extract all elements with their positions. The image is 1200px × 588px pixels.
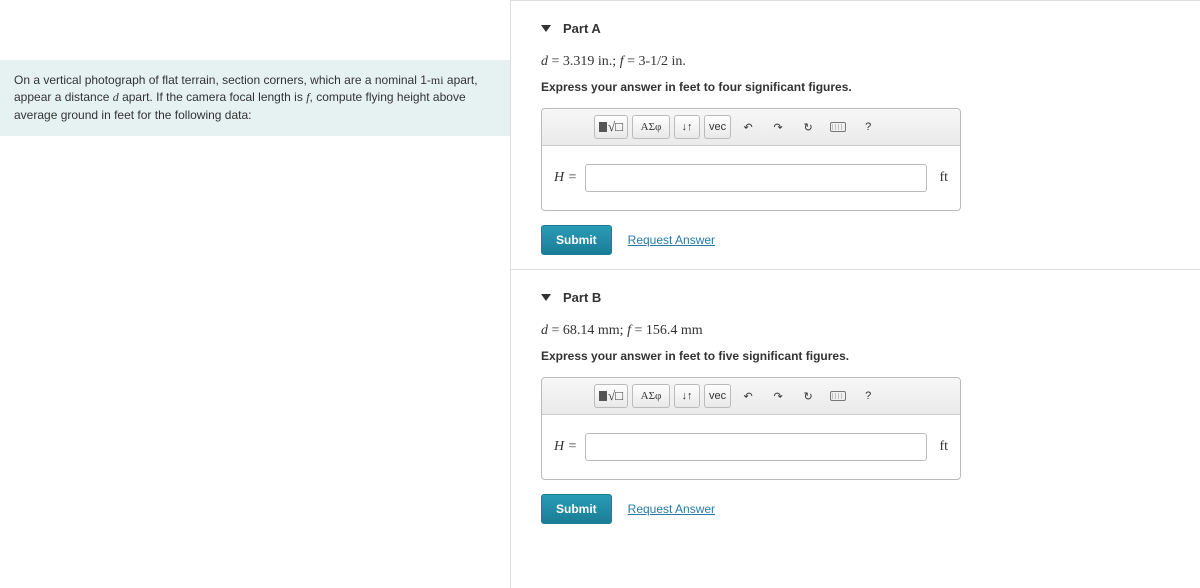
- part-b-title: Part B: [563, 290, 601, 305]
- part-a: Part A d = 3.319 in.; f = 3-1/2 in. Expr…: [511, 1, 1200, 269]
- part-b-submit-button[interactable]: Submit: [541, 494, 612, 524]
- part-a-given: d = 3.319 in.; f = 3-1/2 in.: [541, 54, 1180, 70]
- problem-prompt: On a vertical photograph of flat terrain…: [0, 60, 510, 136]
- part-a-input[interactable]: [585, 164, 927, 192]
- greek-button[interactable]: ΑΣφ: [632, 384, 670, 408]
- undo-button[interactable]: ↶: [735, 115, 761, 139]
- part-b-request-answer-link[interactable]: Request Answer: [628, 502, 715, 516]
- subsup-button[interactable]: ↓↑: [674, 384, 700, 408]
- keyboard-button[interactable]: [825, 384, 851, 408]
- subsup-button[interactable]: ↓↑: [674, 115, 700, 139]
- keyboard-icon: [830, 122, 846, 132]
- chevron-down-icon: [541, 25, 551, 32]
- part-a-header[interactable]: Part A: [541, 21, 1180, 36]
- greek-button[interactable]: ΑΣφ: [632, 115, 670, 139]
- part-b-header[interactable]: Part B: [541, 290, 1180, 305]
- part-a-submit-button[interactable]: Submit: [541, 225, 612, 255]
- unit-mi: mi: [431, 73, 444, 87]
- keyboard-button[interactable]: [825, 115, 851, 139]
- reset-button[interactable]: ↻: [795, 115, 821, 139]
- part-b-lhs: H =: [554, 439, 577, 455]
- part-b-input[interactable]: [585, 433, 927, 461]
- part-a-title: Part A: [563, 21, 601, 36]
- chevron-down-icon: [541, 294, 551, 301]
- help-button[interactable]: ?: [855, 115, 881, 139]
- help-button[interactable]: ?: [855, 384, 881, 408]
- equation-toolbar: √□ ΑΣφ ↓↑ vec ↶ ↷ ↻ ?: [542, 378, 960, 415]
- keyboard-icon: [830, 391, 846, 401]
- template-button[interactable]: √□: [594, 384, 628, 408]
- vec-button[interactable]: vec: [704, 384, 731, 408]
- redo-button[interactable]: ↷: [765, 115, 791, 139]
- part-a-instruction: Express your answer in feet to four sign…: [541, 80, 1180, 94]
- undo-button[interactable]: ↶: [735, 384, 761, 408]
- part-b-given: d = 68.14 mm; f = 156.4 mm: [541, 323, 1180, 339]
- template-button[interactable]: √□: [594, 115, 628, 139]
- redo-button[interactable]: ↷: [765, 384, 791, 408]
- part-b: Part B d = 68.14 mm; f = 156.4 mm Expres…: [511, 270, 1200, 538]
- prompt-text: On a vertical photograph of flat terrain…: [14, 73, 431, 87]
- part-a-lhs: H =: [554, 170, 577, 186]
- part-b-instruction: Express your answer in feet to five sign…: [541, 349, 1180, 363]
- part-a-answer-box: √□ ΑΣφ ↓↑ vec ↶ ↷ ↻ ? H = ft: [541, 108, 961, 211]
- vec-button[interactable]: vec: [704, 115, 731, 139]
- prompt-text: apart. If the camera focal length is: [119, 90, 306, 104]
- part-a-unit: ft: [939, 170, 948, 186]
- part-b-unit: ft: [939, 439, 948, 455]
- reset-button[interactable]: ↻: [795, 384, 821, 408]
- part-a-request-answer-link[interactable]: Request Answer: [628, 233, 715, 247]
- part-b-answer-box: √□ ΑΣφ ↓↑ vec ↶ ↷ ↻ ? H = ft: [541, 377, 961, 480]
- equation-toolbar: √□ ΑΣφ ↓↑ vec ↶ ↷ ↻ ?: [542, 109, 960, 146]
